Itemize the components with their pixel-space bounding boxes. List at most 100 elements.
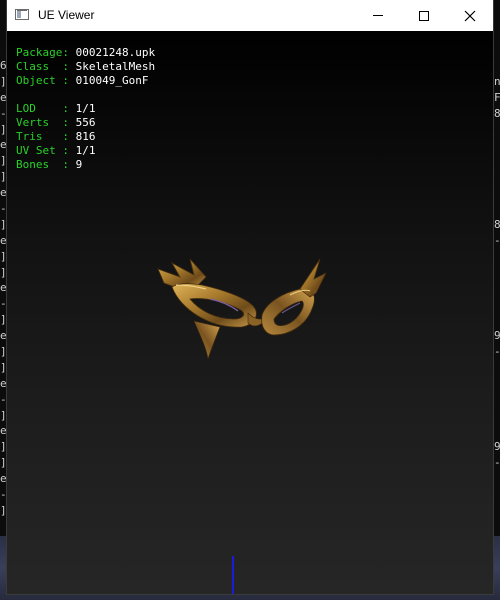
console-char: ] [0,408,6,422]
minimize-icon [373,15,383,16]
console-char: ] [0,217,6,231]
info-row: Bones : 9 [16,158,95,172]
background-console-left: 6] e -] e]] e -] e]] e -] e]] e -] e]] e -] [0,58,6,519]
info-separator: : [62,144,76,157]
ue-viewer-window[interactable]: UE Viewer Package: 00021248.upk Class : S… [7,0,493,594]
console-char [494,408,500,424]
info-row: Verts : 556 [16,116,95,130]
info-value: 1/1 [75,144,96,157]
console-char: 8 [494,217,500,231]
console-char: 9 [494,440,500,454]
console-char: ] [0,74,6,88]
console-char: ] [0,313,6,327]
console-char: ] [0,345,6,359]
info-label: Package [16,46,63,59]
info-label: Verts [16,116,63,129]
background-console-right: nF 8 8 - 9 - 9 - [494,58,500,471]
console-char: - [0,202,6,216]
console-char: n [494,74,500,88]
console-char: ] [0,154,6,168]
console-char [494,185,500,201]
info-value: 1/1 [75,102,96,115]
console-char: e [0,424,6,438]
console-char: - [0,106,6,120]
info-value: 556 [75,116,96,129]
app-window-icon[interactable] [15,9,29,20]
window-titlebar[interactable]: UE Viewer [7,0,493,31]
maximize-button[interactable] [401,0,447,31]
info-row: Object : 010049_GonF [16,74,155,88]
console-char: 6 [0,59,6,72]
console-char: - [494,233,500,247]
console-char: e [0,472,6,486]
console-char: e [0,90,6,104]
console-char [494,153,500,169]
close-button[interactable] [447,0,493,31]
window-title: UE Viewer [38,8,95,22]
info-label: Bones [16,158,63,171]
mesh-stats: LOD : 1/1 Verts : 556 Tris : 816 UV Set : 1… [16,102,95,172]
console-char: ] [0,503,6,517]
console-char: 9 [494,329,500,343]
info-row: Tris : 816 [16,130,95,144]
info-value: 010049_GonF [75,74,149,87]
info-separator: : [62,102,76,115]
console-char: - [0,392,6,406]
console-char: e [0,233,6,247]
console-char [494,423,500,439]
info-row: Class : SkeletalMesh [16,60,155,74]
console-char [494,122,500,138]
info-value: 816 [75,130,96,143]
info-separator: : [62,130,76,143]
z-axis-line [232,556,234,594]
mask-mesh-render [157,258,326,360]
info-separator: : [62,46,76,59]
console-char: ] [0,360,6,374]
info-separator: : [62,116,76,129]
info-value: 9 [75,158,83,171]
info-separator: : [62,74,76,87]
console-char [494,296,500,312]
console-char [494,58,500,74]
console-char [494,360,500,376]
package-info: Package: 00021248.upk Class : SkeletalMes… [16,46,155,88]
info-label: Object [16,74,63,87]
info-label: UV Set [16,144,63,157]
console-char: F [494,90,500,104]
console-char [494,201,500,217]
minimize-button[interactable] [355,0,401,31]
console-char: ] [0,170,6,184]
info-label: LOD [16,102,63,115]
console-char: e [0,186,6,200]
console-char: e [0,281,6,295]
info-separator: : [62,60,76,73]
close-icon [464,10,476,21]
info-label: Tris [16,130,63,143]
console-char: ] [0,440,6,454]
info-label: Class [16,60,63,73]
info-value: 00021248.upk [75,46,156,59]
info-row: Package: 00021248.upk [16,46,155,60]
console-char: - [0,488,6,502]
maximize-icon [419,10,429,21]
console-char: ] [0,456,6,470]
info-separator: : [62,158,76,171]
console-char: e [0,376,6,390]
info-row: LOD : 1/1 [16,102,95,116]
info-row: UV Set : 1/1 [16,144,95,158]
console-char [494,137,500,153]
console-char [494,249,500,265]
console-char: - [494,345,500,359]
3d-viewport[interactable]: Package: 00021248.upk Class : SkeletalMes… [7,31,493,594]
console-char: e [0,329,6,343]
console-char [494,312,500,328]
console-char: ] [0,249,6,263]
console-char [494,376,500,392]
console-char [494,280,500,296]
console-char: ] [0,122,6,136]
console-char: ] [0,265,6,279]
console-char: - [0,297,6,311]
console-char [494,265,500,281]
info-value: SkeletalMesh [75,60,156,73]
console-char [494,392,500,408]
